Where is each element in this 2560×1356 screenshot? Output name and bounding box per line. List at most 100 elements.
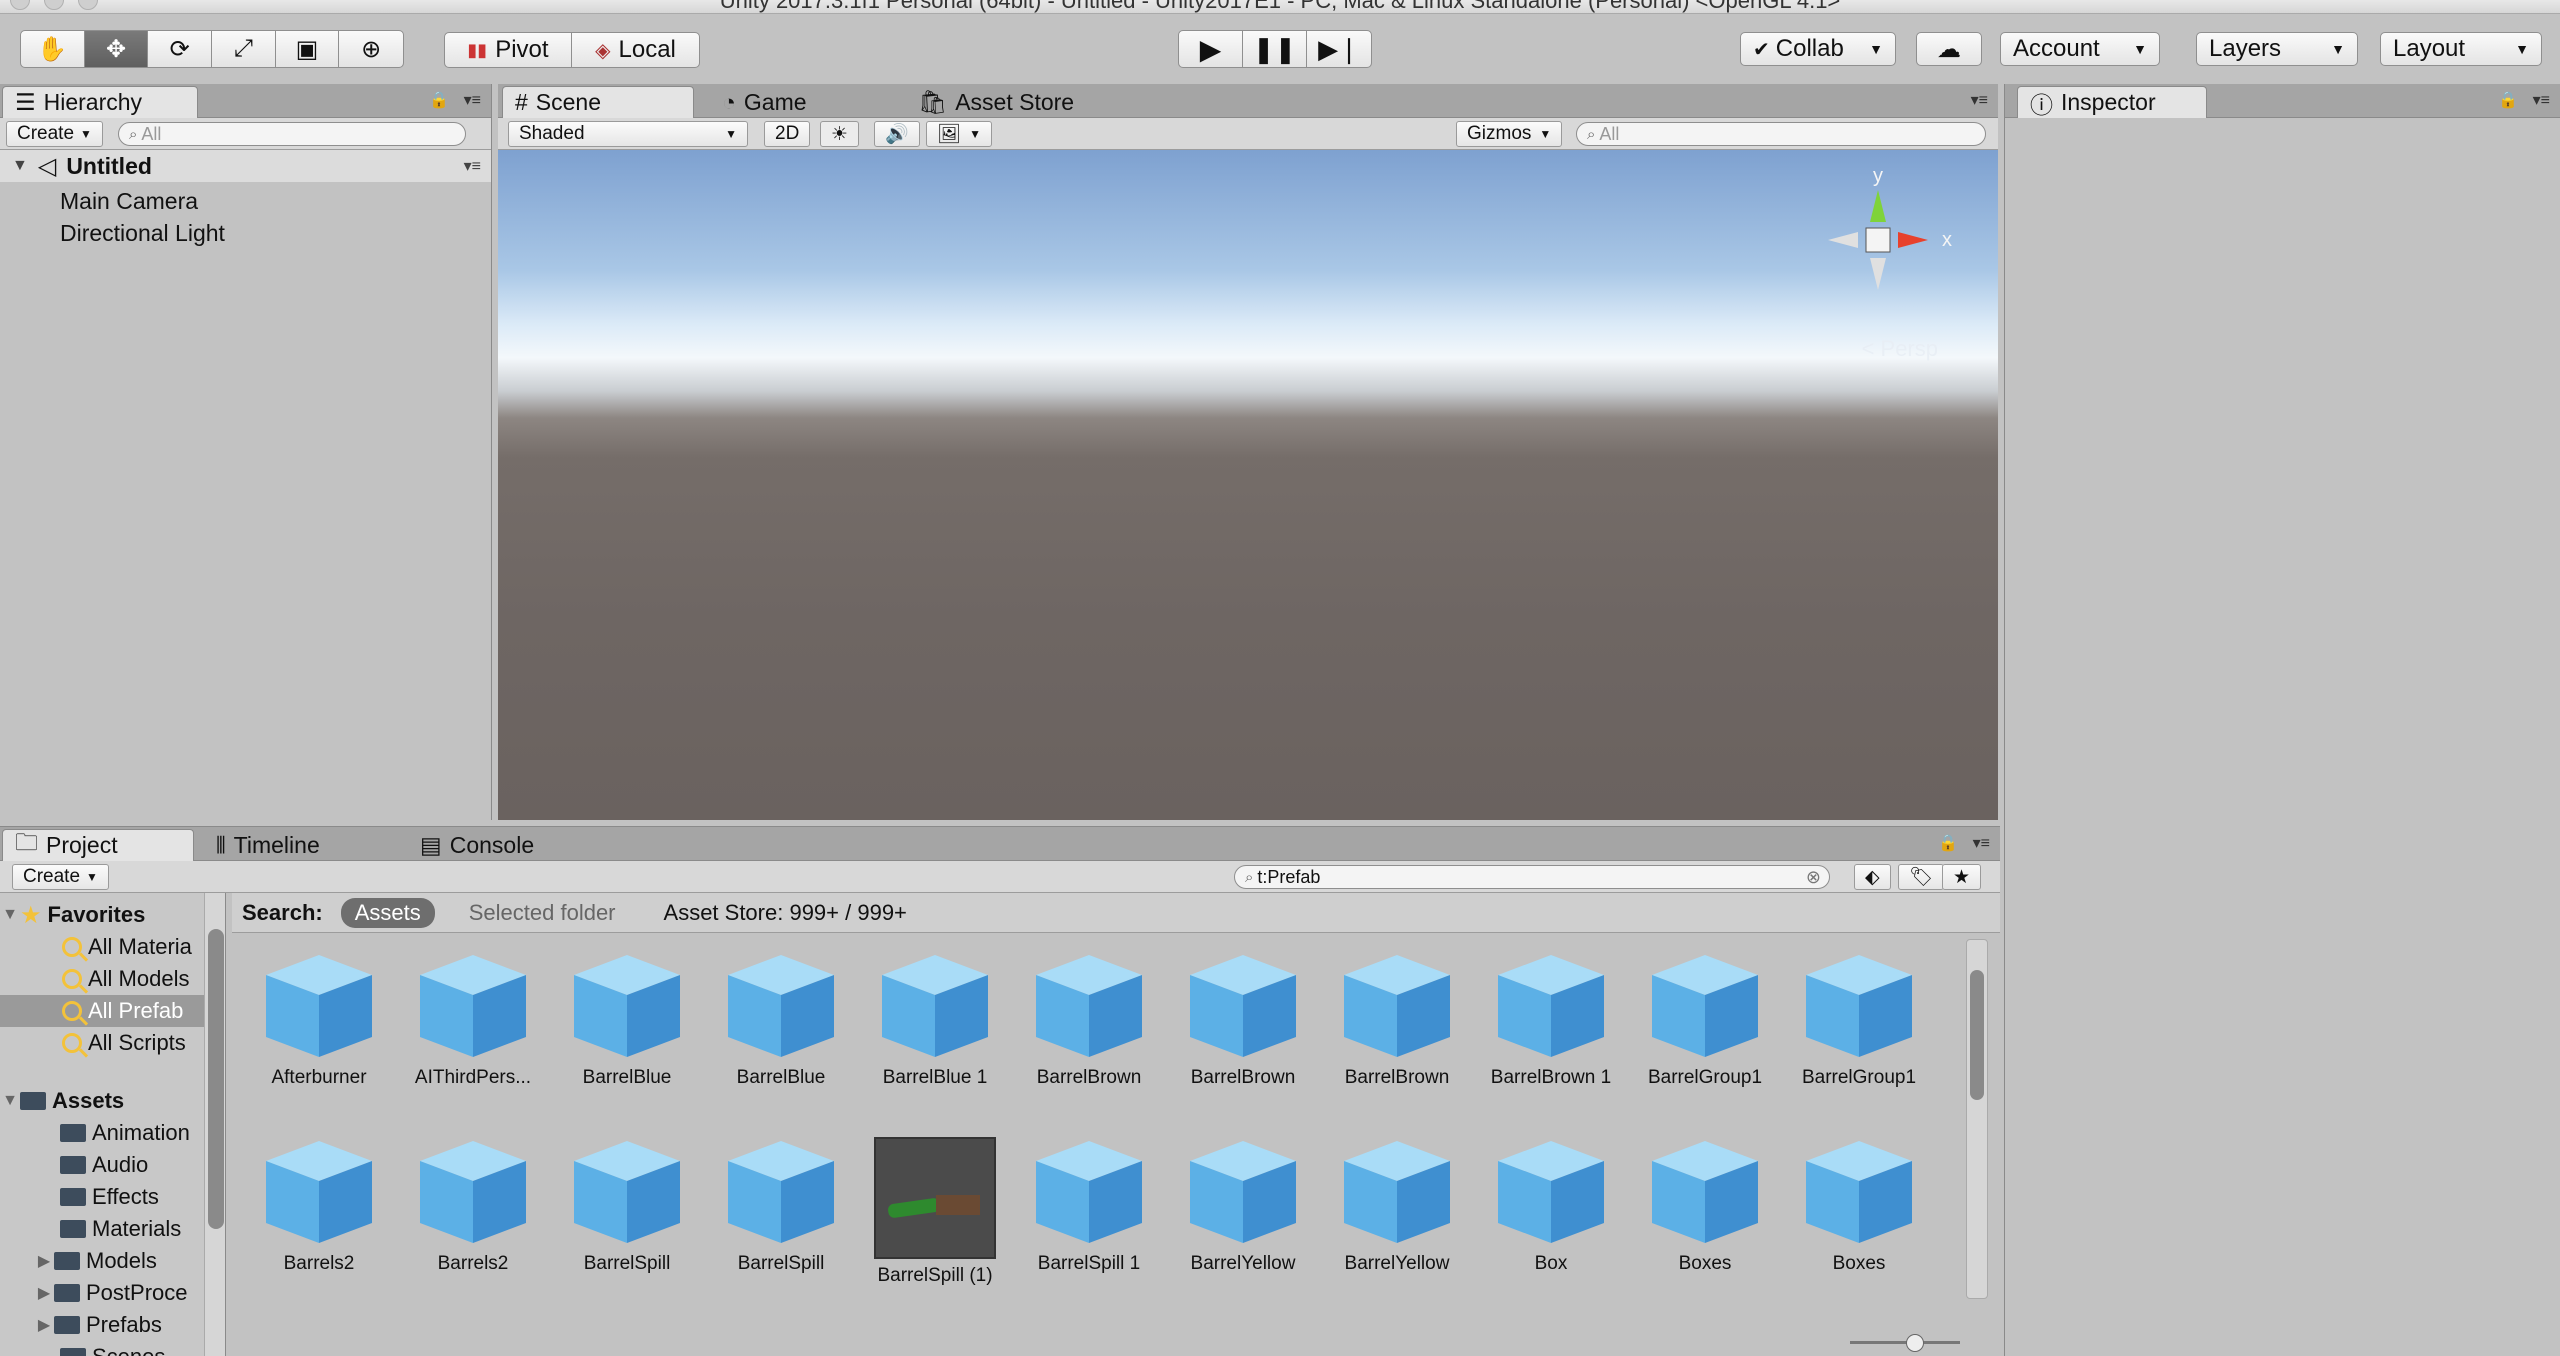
asset-tile[interactable]: BarrelBrown 1	[1476, 951, 1626, 1089]
folder-item[interactable]: Materials	[0, 1213, 204, 1245]
gizmo-neg-y-cone[interactable]	[1870, 258, 1886, 290]
account-dropdown[interactable]: Account ▼	[2000, 32, 2160, 66]
favorite-item[interactable]: All Materia	[0, 931, 204, 963]
tab-hierarchy[interactable]: ☰ Hierarchy	[2, 86, 198, 118]
favorite-item[interactable]: All Scripts	[0, 1027, 204, 1059]
folder-item[interactable]: Animation	[0, 1117, 204, 1149]
rotate-tool-button[interactable]: ⟳	[148, 31, 213, 67]
rect-tool-button[interactable]: ▣	[276, 31, 340, 67]
local-button[interactable]: ◈ Local	[572, 33, 699, 67]
slider-knob[interactable]	[1906, 1334, 1924, 1352]
scene-menu-icon[interactable]: ▾≡	[464, 156, 481, 176]
tab-game[interactable]: ◔ Game	[710, 86, 819, 118]
expand-triangle-icon[interactable]: ▶	[34, 1315, 54, 1335]
folder-item[interactable]: Effects	[0, 1181, 204, 1213]
folder-item[interactable]: ▶ PostProce	[0, 1277, 204, 1309]
scene-viewport[interactable]: y x < Persp	[498, 150, 1998, 820]
gizmo-center-cube[interactable]	[1865, 227, 1891, 253]
scene-audio-toggle[interactable]: 🔊	[874, 121, 920, 147]
tab-scene[interactable]: # Scene	[502, 86, 694, 118]
folder-tree-scrollbar[interactable]	[204, 893, 225, 1356]
scrollbar-thumb[interactable]	[208, 929, 224, 1229]
folder-item[interactable]: Scenes	[0, 1341, 204, 1356]
tab-asset-store[interactable]: 🛍 Asset Store	[906, 86, 1086, 118]
asset-tile[interactable]: Boxes	[1630, 1137, 1780, 1275]
tab-inspector[interactable]: ⓘ Inspector	[2017, 86, 2207, 118]
asset-tile[interactable]: BarrelBrown	[1322, 951, 1472, 1089]
pivot-button[interactable]: ▮▮ Pivot	[445, 33, 572, 67]
lock-icon[interactable]: 🔒	[429, 90, 449, 110]
asset-tile[interactable]: Barrels2	[244, 1137, 394, 1275]
scene-effects-dropdown[interactable]: 🖼 ▼	[926, 121, 993, 147]
hierarchy-search-input[interactable]: ⌕ All	[118, 122, 466, 146]
asset-tile[interactable]: Barrels2	[398, 1137, 548, 1275]
scrollbar-thumb[interactable]	[1970, 970, 1984, 1100]
pause-button[interactable]: ❚❚	[1243, 31, 1307, 67]
asset-tile[interactable]: Box	[1476, 1137, 1626, 1275]
expand-triangle-icon[interactable]: ▼	[0, 906, 20, 924]
hand-tool-button[interactable]: ✋	[21, 31, 85, 67]
asset-grid-scrollbar[interactable]	[1966, 939, 1988, 1299]
asset-tile[interactable]: BarrelSpill	[706, 1137, 856, 1275]
favorite-item[interactable]: All Models	[0, 963, 204, 995]
folder-item[interactable]: Audio	[0, 1149, 204, 1181]
asset-tile[interactable]: BarrelSpill (1)	[860, 1137, 1010, 1287]
favorites-header[interactable]: ▼ ★ Favorites	[0, 899, 204, 931]
project-create-button[interactable]: Create ▼	[12, 864, 109, 890]
step-button[interactable]: ▶❘	[1307, 31, 1371, 67]
hierarchy-item[interactable]: Directional Light	[60, 220, 225, 247]
clear-search-icon[interactable]: ⊗	[1806, 867, 1821, 888]
gizmo-y-cone[interactable]	[1870, 190, 1886, 222]
save-search-button[interactable]: ★	[1942, 864, 1982, 890]
asset-tile[interactable]: BarrelYellow	[1168, 1137, 1318, 1275]
tab-console[interactable]: ▤ Console	[408, 829, 546, 861]
asset-tile[interactable]: Boxes	[1784, 1137, 1934, 1275]
transform-tool-button[interactable]: ⊕	[339, 31, 403, 67]
tab-project[interactable]: 🗀 Project	[2, 829, 194, 861]
asset-tile[interactable]: BarrelGroup1	[1630, 951, 1780, 1089]
panel-menu-icon[interactable]: ▾≡	[1971, 90, 1988, 110]
filter-by-label-button[interactable]: 🏷	[1898, 864, 1945, 890]
tab-timeline[interactable]: ⫴ Timeline	[204, 829, 332, 861]
expand-triangle-icon[interactable]: ▼	[12, 157, 28, 175]
2d-toggle[interactable]: 2D	[764, 121, 811, 147]
scale-tool-button[interactable]: ⤢	[212, 31, 276, 67]
folder-item[interactable]: ▶ Prefabs	[0, 1309, 204, 1341]
asset-tile[interactable]: BarrelSpill	[552, 1137, 702, 1275]
icon-size-slider[interactable]	[1850, 1332, 1960, 1352]
scene-orientation-gizmo[interactable]: y x	[1798, 160, 1958, 320]
panel-menu-icon[interactable]: ▾≡	[2533, 90, 2550, 110]
assets-header[interactable]: ▼ Assets	[0, 1085, 204, 1117]
project-search-input[interactable]: ⌕ t:Prefab ⊗	[1234, 865, 1830, 889]
shading-mode-dropdown[interactable]: Shaded ▼	[508, 121, 748, 147]
lock-icon[interactable]: 🔒	[1938, 833, 1958, 853]
asset-tile[interactable]: BarrelBrown	[1168, 951, 1318, 1089]
asset-tile[interactable]: BarrelBrown	[1014, 951, 1164, 1089]
scope-selected-folder-button[interactable]: Selected folder	[469, 900, 616, 926]
expand-triangle-icon[interactable]: ▶	[34, 1251, 54, 1271]
scope-assets-button[interactable]: Assets	[340, 897, 435, 928]
expand-triangle-icon[interactable]: ▼	[0, 1092, 20, 1110]
asset-tile[interactable]: BarrelBlue	[552, 951, 702, 1089]
favorite-item-selected[interactable]: All Prefab	[0, 995, 204, 1027]
layers-dropdown[interactable]: Layers ▼	[2196, 32, 2358, 66]
panel-menu-icon[interactable]: ▾≡	[1973, 833, 1990, 853]
gizmos-dropdown[interactable]: Gizmos ▼	[1456, 121, 1563, 147]
projection-label[interactable]: < Persp	[1862, 336, 1938, 362]
filter-by-type-button[interactable]: ⬖	[1854, 864, 1891, 890]
scene-root-row[interactable]: ▼ ◁ Untitled ▾≡	[0, 150, 491, 182]
collab-dropdown[interactable]: ✔ Collab ▼	[1740, 32, 1896, 66]
gizmo-x-cone[interactable]	[1898, 232, 1928, 248]
folder-item[interactable]: ▶ Models	[0, 1245, 204, 1277]
layout-dropdown[interactable]: Layout ▼	[2380, 32, 2542, 66]
asset-tile[interactable]: Afterburner	[244, 951, 394, 1089]
expand-triangle-icon[interactable]: ▶	[34, 1283, 54, 1303]
hierarchy-create-button[interactable]: Create ▼	[6, 121, 103, 147]
hierarchy-item[interactable]: Main Camera	[60, 188, 198, 215]
cloud-button[interactable]: ☁	[1916, 32, 1982, 66]
asset-tile[interactable]: BarrelBlue	[706, 951, 856, 1089]
asset-tile[interactable]: BarrelYellow	[1322, 1137, 1472, 1275]
asset-tile[interactable]: BarrelSpill 1	[1014, 1137, 1164, 1275]
move-tool-button[interactable]: ✥	[84, 31, 149, 67]
panel-menu-icon[interactable]: ▾≡	[464, 90, 481, 110]
